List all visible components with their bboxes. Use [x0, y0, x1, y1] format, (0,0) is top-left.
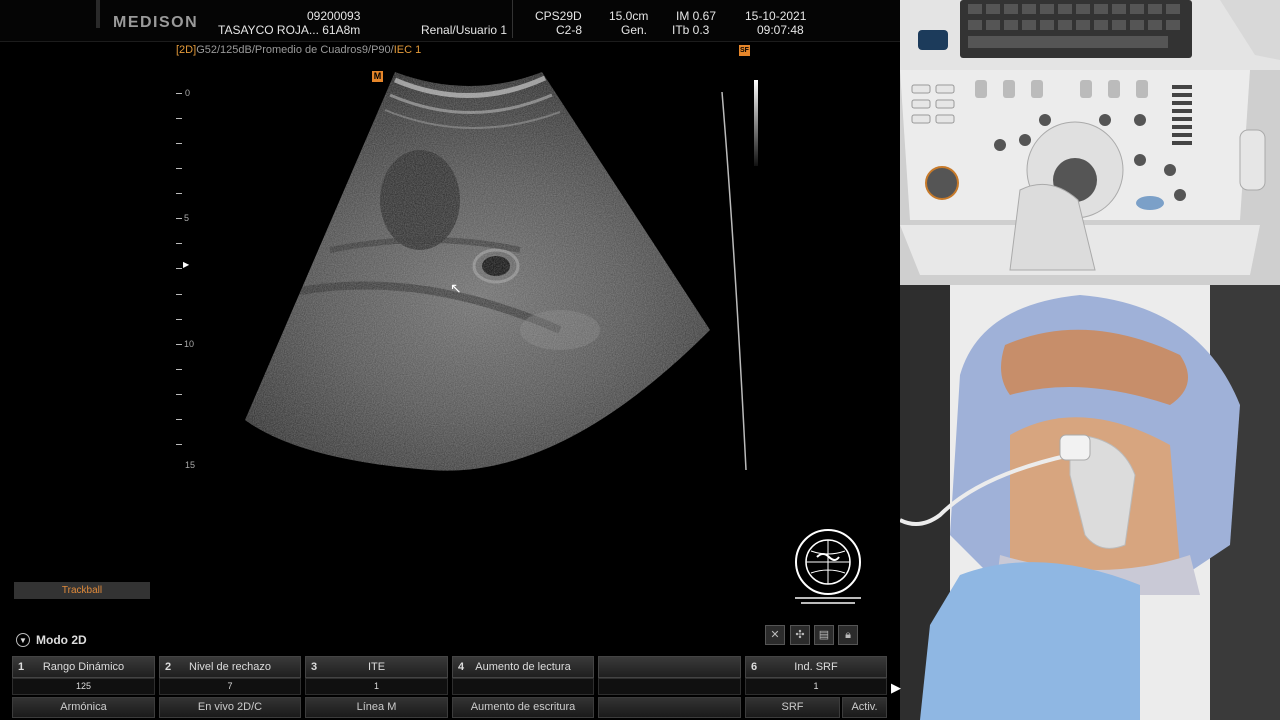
depth-label: 10	[184, 339, 195, 349]
m-line-button[interactable]: Línea M	[305, 697, 448, 718]
softkey-bar: 1 Rango Dinámico 125 2 Nivel de rechazo 7 …	[12, 656, 888, 720]
softkey-dynamic-range[interactable]: 1 Rango Dinámico	[12, 656, 155, 678]
ultrasound-screen: MEDISON 09200093 TASAYCO ROJA... 61A8m R…	[0, 0, 900, 720]
softkey-value: 125	[12, 678, 155, 695]
control-panel-camera	[900, 0, 1280, 285]
depth-label: 5	[184, 213, 190, 223]
softkey-read-zoom[interactable]: 4 Aumento de lectura	[452, 656, 594, 678]
softkey-ite[interactable]: 3 ITE	[305, 656, 448, 678]
tgc-curve	[721, 91, 747, 471]
focus-arrow-icon: ▶	[183, 260, 190, 269]
patient-camera	[900, 285, 1280, 720]
softkey-value: 1	[305, 678, 448, 695]
mode-selector[interactable]: ▼ Modo 2D	[16, 633, 87, 647]
save-icon[interactable]: ▤	[814, 625, 834, 645]
softkey-value: 7	[159, 678, 301, 695]
live-2d-c-button[interactable]: En vivo 2D/C	[159, 697, 301, 718]
cross-arrows-icon[interactable]: ✣	[790, 625, 810, 645]
mouse-cursor-icon: ↖	[450, 280, 462, 296]
trackball-indicator[interactable]: Trackball	[14, 582, 150, 599]
society-emblem	[795, 529, 861, 604]
delete-icon[interactable]: ✕	[765, 625, 785, 645]
depth-label: 15	[185, 460, 196, 470]
grayscale-bar	[754, 80, 758, 166]
empty-button[interactable]	[598, 697, 741, 718]
depth-label: 0	[185, 88, 191, 98]
softkey-number: 1	[18, 661, 25, 673]
softkey-label: Aumento de lectura	[475, 661, 571, 673]
softkey-srf-index[interactable]: 6 Ind. SRF	[745, 656, 887, 678]
softkey-number: 3	[311, 661, 318, 673]
softkey-label: ITE	[367, 661, 386, 673]
softkey-value	[452, 678, 594, 695]
softkey-empty[interactable]	[598, 656, 741, 678]
softkey-value: 1	[745, 678, 887, 695]
lock-icon[interactable]: 🔒︎	[838, 625, 858, 645]
softkey-number: 6	[751, 661, 758, 673]
softkey-label: Ind. SRF	[794, 661, 838, 673]
mode-label: Modo 2D	[36, 633, 87, 647]
softkey-reject-level[interactable]: 2 Nivel de rechazo	[159, 656, 301, 678]
srf-button[interactable]: SRF	[745, 697, 840, 718]
softkey-label: Nivel de rechazo	[189, 661, 271, 673]
play-arrow-icon[interactable]: ▶	[891, 680, 901, 696]
softkey-number: 4	[458, 661, 465, 673]
harmonic-button[interactable]: Armónica	[12, 697, 155, 718]
softkey-label: Rango Dinámico	[42, 661, 125, 673]
softkey-value	[598, 678, 741, 695]
activate-button[interactable]: Activ.	[842, 697, 887, 718]
softkey-number: 2	[165, 661, 172, 673]
chevron-down-icon: ▼	[16, 633, 30, 647]
write-zoom-button[interactable]: Aumento de escritura	[452, 697, 594, 718]
